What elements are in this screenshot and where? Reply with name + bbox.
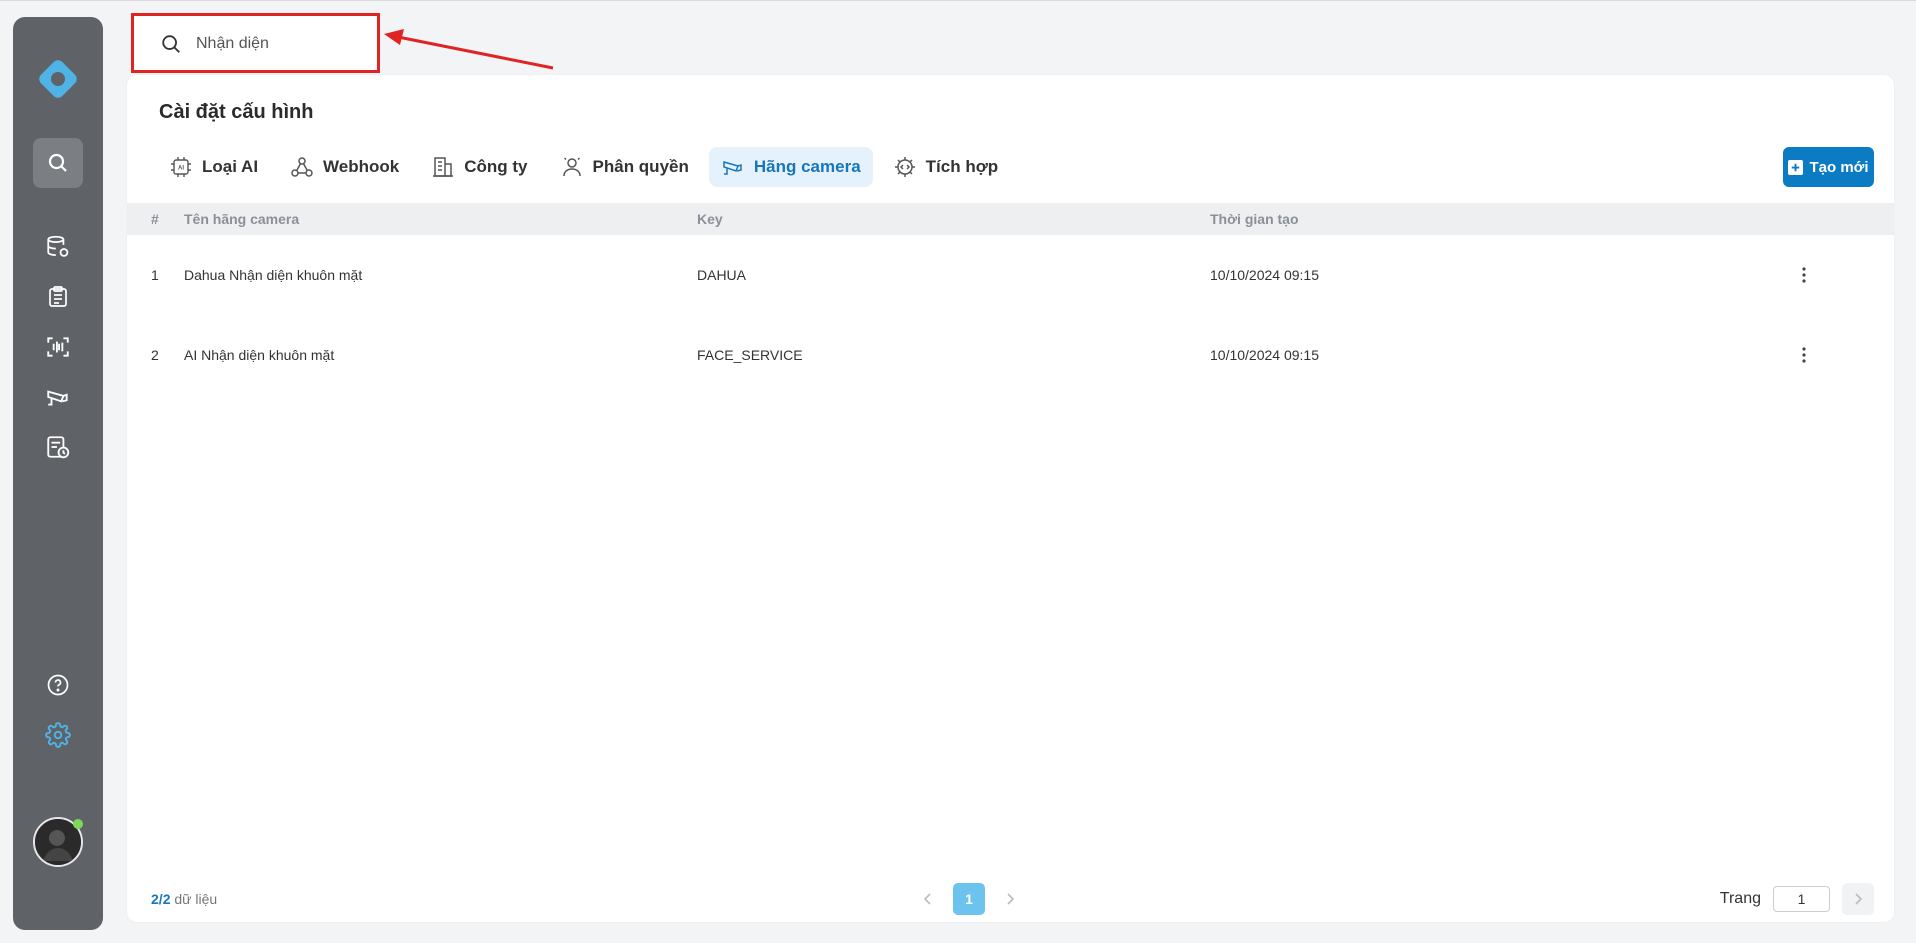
settings-tabs: AI Loại AI Webhook Công ty Phân quyền Hã… bbox=[157, 147, 1010, 187]
plus-square-icon bbox=[1788, 159, 1804, 175]
document-clock-icon bbox=[47, 436, 70, 459]
page-jump-label: Trang bbox=[1719, 890, 1761, 907]
row-created-time: 10/10/2024 09:15 bbox=[1210, 347, 1319, 363]
building-icon bbox=[433, 157, 454, 177]
app-logo-icon[interactable] bbox=[33, 54, 83, 104]
sidebar-help-button[interactable] bbox=[33, 660, 83, 710]
row-actions bbox=[1794, 235, 1814, 315]
tab-label: Webhook bbox=[323, 157, 400, 176]
face-scan-icon bbox=[47, 337, 69, 357]
more-vertical-icon[interactable] bbox=[1794, 265, 1814, 285]
search-icon bbox=[48, 153, 67, 172]
tab-label: Hãng camera bbox=[753, 157, 861, 176]
more-vertical-icon[interactable] bbox=[1794, 345, 1814, 365]
row-actions bbox=[1794, 315, 1814, 395]
count-shown: 2 bbox=[151, 891, 159, 907]
page-jump: Trang bbox=[1720, 883, 1874, 915]
database-settings-icon bbox=[47, 235, 69, 257]
page-title: Cài đặt cấu hình bbox=[159, 101, 314, 123]
search-input[interactable] bbox=[196, 31, 366, 57]
chevron-right-icon bbox=[1855, 893, 1863, 905]
online-status-dot bbox=[73, 819, 83, 829]
tab-label: Phân quyền bbox=[592, 157, 689, 176]
sidebar-database-button[interactable] bbox=[33, 222, 83, 272]
ai-chip-icon: AI bbox=[171, 157, 191, 177]
table-footer: 2/2 dữ liệu 1 Trang bbox=[127, 883, 1894, 915]
sidebar-settings-button[interactable] bbox=[33, 710, 83, 760]
webhook-icon bbox=[291, 157, 313, 177]
tab-label: Tích hợp bbox=[925, 157, 999, 176]
chevron-left-icon[interactable] bbox=[917, 888, 939, 910]
sidebar-camera-button[interactable] bbox=[33, 372, 83, 422]
page-jump-input[interactable] bbox=[1773, 886, 1830, 912]
table-row[interactable]: 1 Dahua Nhận diện khuôn mặt DAHUA 10/10/… bbox=[127, 235, 1894, 315]
pagination: 1 bbox=[917, 883, 1021, 915]
svg-text:AI: AI bbox=[178, 166, 184, 172]
row-created-time: 10/10/2024 09:15 bbox=[1210, 267, 1319, 283]
chevron-right-icon[interactable] bbox=[999, 888, 1021, 910]
row-name: Dahua Nhận diện khuôn mặt bbox=[184, 267, 363, 283]
sidebar-face-scan-button[interactable] bbox=[33, 322, 83, 372]
sidebar-report-button[interactable] bbox=[33, 272, 83, 322]
settings-card: Cài đặt cấu hình AI Loại AI Webhook Công… bbox=[127, 75, 1894, 922]
help-circle-icon bbox=[47, 674, 69, 696]
record-count: 2/2 dữ liệu bbox=[151, 891, 217, 907]
page-number-current[interactable]: 1 bbox=[953, 883, 985, 915]
column-header-name[interactable]: Tên hãng camera bbox=[184, 203, 299, 235]
avatar[interactable] bbox=[33, 817, 83, 867]
gear-icon bbox=[45, 722, 71, 748]
row-index: 2 bbox=[151, 347, 159, 363]
tab-permissions[interactable]: Phân quyền bbox=[548, 147, 701, 187]
sidebar-history-button[interactable] bbox=[33, 422, 83, 472]
create-new-label: Tạo mới bbox=[1809, 158, 1869, 176]
page-jump-button[interactable] bbox=[1842, 883, 1874, 915]
row-key: FACE_SERVICE bbox=[697, 347, 803, 363]
tab-webhook[interactable]: Webhook bbox=[278, 147, 411, 187]
create-new-button[interactable]: Tạo mới bbox=[1783, 147, 1874, 187]
tab-company[interactable]: Công ty bbox=[419, 147, 539, 187]
tab-camera-brand[interactable]: Hãng camera bbox=[708, 147, 873, 187]
tab-ai-type[interactable]: AI Loại AI bbox=[157, 147, 270, 187]
camera-icon bbox=[723, 161, 742, 175]
tab-label: Loại AI bbox=[202, 157, 259, 176]
row-key: DAHUA bbox=[697, 267, 747, 283]
annotation-arrow bbox=[384, 29, 554, 70]
sidebar-search-button[interactable] bbox=[33, 138, 83, 188]
column-header-created-time[interactable]: Thời gian tạo bbox=[1210, 203, 1299, 235]
tab-label: Công ty bbox=[464, 157, 528, 176]
cctv-camera-icon bbox=[47, 390, 68, 406]
clipboard-list-icon bbox=[49, 286, 67, 307]
top-border bbox=[0, 0, 1916, 1]
search-box bbox=[131, 13, 380, 73]
row-index: 1 bbox=[151, 267, 159, 283]
table-header: # Tên hãng camera Key Thời gian tạo bbox=[127, 203, 1894, 235]
search-icon bbox=[162, 35, 180, 53]
integration-icon bbox=[894, 157, 915, 177]
sidebar bbox=[13, 17, 103, 930]
count-suffix: dữ liệu bbox=[170, 891, 218, 907]
row-name: AI Nhận diện khuôn mặt bbox=[184, 347, 335, 363]
column-header-index: # bbox=[151, 211, 159, 227]
users-icon bbox=[562, 157, 581, 177]
table-row[interactable]: 2 AI Nhận diện khuôn mặt FACE_SERVICE 10… bbox=[127, 315, 1894, 395]
column-header-key[interactable]: Key bbox=[697, 203, 723, 235]
tab-integration[interactable]: Tích hợp bbox=[881, 147, 1011, 187]
